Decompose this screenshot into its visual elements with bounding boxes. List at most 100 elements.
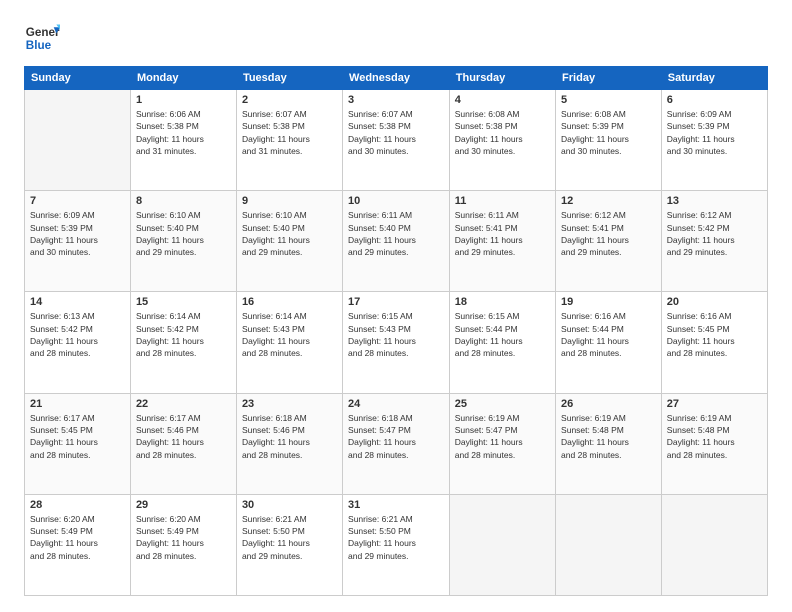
- day-info: Sunrise: 6:21 AMSunset: 5:50 PMDaylight:…: [348, 513, 444, 562]
- day-info: Sunrise: 6:08 AMSunset: 5:38 PMDaylight:…: [455, 108, 550, 157]
- day-number: 8: [136, 195, 231, 207]
- calendar-cell: [661, 494, 767, 595]
- calendar-cell: 31 Sunrise: 6:21 AMSunset: 5:50 PMDayligh…: [343, 494, 450, 595]
- day-number: 21: [30, 398, 125, 410]
- calendar-cell: 3 Sunrise: 6:07 AMSunset: 5:38 PMDaylight…: [343, 90, 450, 191]
- calendar-cell: [449, 494, 555, 595]
- calendar-cell: 4Sunrise: 6:08 AMSunset: 5:38 PMDaylight…: [449, 90, 555, 191]
- day-info: Sunrise: 6:19 AMSunset: 5:47 PMDaylight:…: [455, 412, 550, 461]
- calendar-cell: 24 Sunrise: 6:18 AMSunset: 5:47 PMDayligh…: [343, 393, 450, 494]
- day-info: Sunrise: 6:21 AMSunset: 5:50 PMDaylight:…: [242, 513, 337, 562]
- day-number: 27: [667, 398, 762, 410]
- day-number: 9: [242, 195, 337, 207]
- calendar-cell: 22 Sunrise: 6:17 AMSunset: 5:46 PMDayligh…: [130, 393, 236, 494]
- calendar-cell: 23 Sunrise: 6:18 AMSunset: 5:46 PMDayligh…: [236, 393, 342, 494]
- calendar-cell: 20 Sunrise: 6:16 AMSunset: 5:45 PMDayligh…: [661, 292, 767, 393]
- day-info: Sunrise: 6:19 AMSunset: 5:48 PMDaylight:…: [561, 412, 656, 461]
- calendar-cell: 9 Sunrise: 6:10 AMSunset: 5:40 PMDaylight…: [236, 191, 342, 292]
- calendar-cell: 7Sunrise: 6:09 AMSunset: 5:39 PMDaylight…: [25, 191, 131, 292]
- day-number: 13: [667, 195, 762, 207]
- day-info: Sunrise: 6:14 AMSunset: 5:43 PMDaylight:…: [242, 310, 337, 359]
- day-info: Sunrise: 6:20 AMSunset: 5:49 PMDaylight:…: [136, 513, 231, 562]
- day-number: 10: [348, 195, 444, 207]
- day-info: Sunrise: 6:13 AMSunset: 5:42 PMDaylight:…: [30, 310, 125, 359]
- day-number: 31: [348, 499, 444, 511]
- day-number: 17: [348, 296, 444, 308]
- calendar-cell: 30Sunrise: 6:21 AMSunset: 5:50 PMDayligh…: [236, 494, 342, 595]
- logo: General Blue: [24, 20, 60, 56]
- day-number: 22: [136, 398, 231, 410]
- calendar-cell: 18 Sunrise: 6:15 AMSunset: 5:44 PMDayligh…: [449, 292, 555, 393]
- day-info: Sunrise: 6:15 AMSunset: 5:43 PMDaylight:…: [348, 310, 444, 359]
- day-number: 14: [30, 296, 125, 308]
- day-number: 24: [348, 398, 444, 410]
- day-number: 2: [242, 94, 337, 106]
- calendar-cell: 1Sunrise: 6:06 AMSunset: 5:38 PMDaylight…: [130, 90, 236, 191]
- day-number: 28: [30, 499, 125, 511]
- calendar-cell: 25 Sunrise: 6:19 AMSunset: 5:47 PMDayligh…: [449, 393, 555, 494]
- calendar-cell: 27 Sunrise: 6:19 AMSunset: 5:48 PMDayligh…: [661, 393, 767, 494]
- calendar-cell: [25, 90, 131, 191]
- day-info: Sunrise: 6:10 AMSunset: 5:40 PMDaylight:…: [242, 209, 337, 258]
- day-number: 1: [136, 94, 231, 106]
- day-info: Sunrise: 6:15 AMSunset: 5:44 PMDaylight:…: [455, 310, 550, 359]
- day-number: 16: [242, 296, 337, 308]
- day-number: 29: [136, 499, 231, 511]
- day-info: Sunrise: 6:20 AMSunset: 5:49 PMDaylight:…: [30, 513, 125, 562]
- day-info: Sunrise: 6:07 AMSunset: 5:38 PMDaylight:…: [348, 108, 444, 157]
- col-header-friday: Friday: [556, 67, 662, 90]
- col-header-tuesday: Tuesday: [236, 67, 342, 90]
- calendar-cell: 21 Sunrise: 6:17 AMSunset: 5:45 PMDayligh…: [25, 393, 131, 494]
- col-header-wednesday: Wednesday: [343, 67, 450, 90]
- day-info: Sunrise: 6:11 AMSunset: 5:40 PMDaylight:…: [348, 209, 444, 258]
- day-number: 11: [455, 195, 550, 207]
- day-info: Sunrise: 6:18 AMSunset: 5:46 PMDaylight:…: [242, 412, 337, 461]
- day-info: Sunrise: 6:07 AMSunset: 5:38 PMDaylight:…: [242, 108, 337, 157]
- day-number: 20: [667, 296, 762, 308]
- svg-text:Blue: Blue: [26, 39, 52, 52]
- day-info: Sunrise: 6:17 AMSunset: 5:46 PMDaylight:…: [136, 412, 231, 461]
- col-header-thursday: Thursday: [449, 67, 555, 90]
- calendar-cell: 10 Sunrise: 6:11 AMSunset: 5:40 PMDayligh…: [343, 191, 450, 292]
- page: General Blue SundayMondayTuesdayWednesda…: [0, 0, 792, 612]
- calendar-cell: 15 Sunrise: 6:14 AMSunset: 5:42 PMDayligh…: [130, 292, 236, 393]
- calendar-cell: [556, 494, 662, 595]
- day-info: Sunrise: 6:19 AMSunset: 5:48 PMDaylight:…: [667, 412, 762, 461]
- calendar-cell: 14 Sunrise: 6:13 AMSunset: 5:42 PMDayligh…: [25, 292, 131, 393]
- day-number: 25: [455, 398, 550, 410]
- col-header-monday: Monday: [130, 67, 236, 90]
- day-info: Sunrise: 6:14 AMSunset: 5:42 PMDaylight:…: [136, 310, 231, 359]
- calendar-cell: 13 Sunrise: 6:12 AMSunset: 5:42 PMDayligh…: [661, 191, 767, 292]
- day-info: Sunrise: 6:16 AMSunset: 5:45 PMDaylight:…: [667, 310, 762, 359]
- calendar-cell: 17 Sunrise: 6:15 AMSunset: 5:43 PMDayligh…: [343, 292, 450, 393]
- day-number: 23: [242, 398, 337, 410]
- calendar-cell: 2 Sunrise: 6:07 AMSunset: 5:38 PMDaylight…: [236, 90, 342, 191]
- calendar-cell: 28 Sunrise: 6:20 AMSunset: 5:49 PMDayligh…: [25, 494, 131, 595]
- calendar-cell: 16 Sunrise: 6:14 AMSunset: 5:43 PMDayligh…: [236, 292, 342, 393]
- day-number: 3: [348, 94, 444, 106]
- calendar-cell: 11 Sunrise: 6:11 AMSunset: 5:41 PMDayligh…: [449, 191, 555, 292]
- day-number: 15: [136, 296, 231, 308]
- calendar-cell: 6 Sunrise: 6:09 AMSunset: 5:39 PMDaylight…: [661, 90, 767, 191]
- calendar-cell: 19Sunrise: 6:16 AMSunset: 5:44 PMDayligh…: [556, 292, 662, 393]
- day-number: 18: [455, 296, 550, 308]
- day-number: 26: [561, 398, 656, 410]
- day-number: 7: [30, 195, 125, 207]
- day-info: Sunrise: 6:11 AMSunset: 5:41 PMDaylight:…: [455, 209, 550, 258]
- calendar-cell: 8 Sunrise: 6:10 AMSunset: 5:40 PMDaylight…: [130, 191, 236, 292]
- day-info: Sunrise: 6:12 AMSunset: 5:42 PMDaylight:…: [667, 209, 762, 258]
- day-info: Sunrise: 6:08 AMSunset: 5:39 PMDaylight:…: [561, 108, 656, 157]
- day-info: Sunrise: 6:17 AMSunset: 5:45 PMDaylight:…: [30, 412, 125, 461]
- day-info: Sunrise: 6:10 AMSunset: 5:40 PMDaylight:…: [136, 209, 231, 258]
- calendar-cell: 29 Sunrise: 6:20 AMSunset: 5:49 PMDayligh…: [130, 494, 236, 595]
- logo-icon: General Blue: [24, 20, 60, 56]
- calendar-cell: 12Sunrise: 6:12 AMSunset: 5:41 PMDayligh…: [556, 191, 662, 292]
- day-info: Sunrise: 6:12 AMSunset: 5:41 PMDaylight:…: [561, 209, 656, 258]
- day-number: 6: [667, 94, 762, 106]
- day-info: Sunrise: 6:09 AMSunset: 5:39 PMDaylight:…: [667, 108, 762, 157]
- day-number: 5: [561, 94, 656, 106]
- col-header-saturday: Saturday: [661, 67, 767, 90]
- header: General Blue: [24, 20, 768, 56]
- day-number: 19: [561, 296, 656, 308]
- day-info: Sunrise: 6:18 AMSunset: 5:47 PMDaylight:…: [348, 412, 444, 461]
